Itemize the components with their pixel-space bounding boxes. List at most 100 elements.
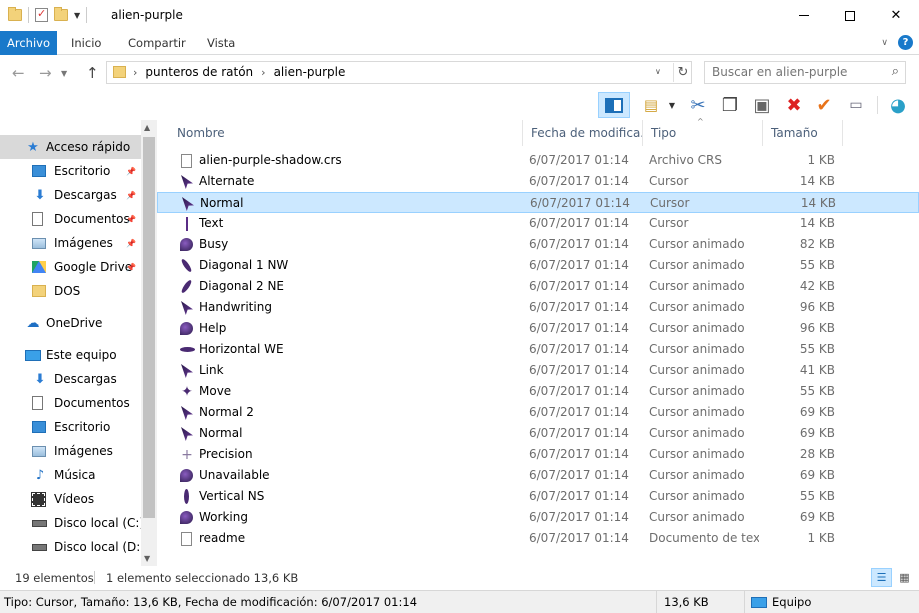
scrollbar-thumb[interactable] (143, 137, 155, 518)
file-name: readme (199, 531, 246, 545)
column-date[interactable]: Fecha de modifica... (523, 120, 643, 146)
pin-icon[interactable]: 📌 (126, 215, 136, 224)
expand-ribbon-icon[interactable]: ∨ (881, 38, 888, 48)
table-row[interactable]: readme 6/07/2017 01:14 Documento de tex...… (157, 528, 919, 549)
breadcrumb-item[interactable]: alien-purple (274, 65, 346, 79)
table-row[interactable]: Normal 6/07/2017 01:14 Cursor 14 KB (157, 192, 919, 213)
sidebar-item[interactable]: ⬇ Descargas (0, 367, 141, 391)
folder-icon (8, 7, 22, 21)
file-size: 96 KB (799, 300, 835, 314)
properties-icon[interactable] (35, 7, 48, 22)
navigation-scrollbar[interactable]: ▲ ▼ (141, 120, 157, 566)
column-size[interactable]: Tamaño (763, 120, 843, 146)
new-folder-icon[interactable] (54, 7, 68, 21)
file-type: Cursor (649, 174, 689, 188)
pin-icon[interactable]: 📌 (126, 239, 136, 248)
table-row[interactable]: Help 6/07/2017 01:14 Cursor animado 96 KB (157, 318, 919, 339)
pin-icon[interactable]: 📌 (126, 167, 136, 176)
sidebar-item[interactable]: ⬇ Descargas 📌 (0, 183, 141, 207)
breadcrumb-item[interactable]: punteros de ratón (145, 65, 253, 79)
sidebar-item[interactable]: ☁ OneDrive (0, 311, 141, 335)
breadcrumb-separator-icon[interactable]: › (133, 66, 137, 79)
preview-pane-button[interactable] (598, 92, 630, 118)
sidebar-item[interactable]: Disco local (D:) (0, 535, 145, 559)
table-row[interactable]: Handwriting 6/07/2017 01:14 Cursor animado… (157, 297, 919, 318)
file-type: Cursor animado (649, 342, 745, 356)
apply-button[interactable]: ✔ (810, 92, 838, 118)
back-arrow-icon[interactable]: ← (12, 64, 25, 82)
sidebar-item-label: Descargas (54, 372, 117, 386)
table-row[interactable]: Link 6/07/2017 01:14 Cursor animado 41 KB (157, 360, 919, 381)
sidebar-item[interactable]: Vídeos (0, 487, 141, 511)
sidebar-item[interactable]: Documentos (0, 391, 141, 415)
large-icons-view-icon[interactable]: ▦ (894, 568, 915, 587)
search-icon[interactable]: ⌕ (892, 64, 899, 79)
table-row[interactable]: Horizontal WE 6/07/2017 01:14 Cursor anima… (157, 339, 919, 360)
document-icon (32, 396, 43, 410)
file-list: alien-purple-shadow.crs 6/07/2017 01:14 Ar… (157, 150, 919, 549)
table-row[interactable]: Normal 2 6/07/2017 01:14 Cursor animado 69 … (157, 402, 919, 423)
minimize-button[interactable] (781, 0, 827, 31)
tab-inicio[interactable]: Inicio (62, 31, 110, 55)
busy-cursor-icon (179, 468, 195, 484)
sidebar-item[interactable]: Documentos 📌 (0, 207, 141, 231)
sidebar-item[interactable]: Disco local (C:) (0, 511, 144, 535)
pin-icon[interactable]: 📌 (126, 263, 136, 272)
file-date: 6/07/2017 01:14 (529, 258, 629, 272)
table-row[interactable]: Working 6/07/2017 01:14 Cursor animado 69 K… (157, 507, 919, 528)
sidebar-item[interactable]: Este equipo (0, 343, 141, 367)
details-view-icon[interactable]: ☰ (871, 568, 892, 587)
table-row[interactable]: + Precision 6/07/2017 01:14 Cursor animado 2… (157, 444, 919, 465)
sidebar-item[interactable]: DOS (0, 279, 141, 303)
selection-size: 13,6 KB (656, 591, 744, 613)
sidebar-item[interactable]: ♪ Música (0, 463, 141, 487)
sidebar-item[interactable]: ★ Acceso rápido (0, 135, 141, 159)
refresh-icon[interactable]: ↻ (673, 63, 692, 82)
copy-button[interactable]: ❐ (716, 92, 744, 118)
chevron-down-icon[interactable]: ▼ (665, 92, 679, 118)
tab-compartir[interactable]: Compartir (119, 31, 195, 55)
search-box[interactable]: ⌕ (704, 61, 906, 84)
table-row[interactable]: ✦ Move 6/07/2017 01:14 Cursor animado 55 KB (157, 381, 919, 402)
rename-button[interactable]: ▭ (842, 92, 870, 118)
table-row[interactable]: Diagonal 2 NE 6/07/2017 01:14 Cursor anima… (157, 276, 919, 297)
help-icon[interactable]: ? (898, 35, 913, 50)
table-row[interactable]: Vertical NS 6/07/2017 01:14 Cursor animado… (157, 486, 919, 507)
tab-vista[interactable]: Vista (198, 31, 244, 55)
search-input[interactable] (712, 65, 882, 79)
close-button[interactable]: ✕ (873, 0, 919, 31)
tab-archivo[interactable]: Archivo (0, 31, 57, 55)
chevron-down-icon[interactable]: ∨ (655, 67, 661, 76)
table-row[interactable]: alien-purple-shadow.crs 6/07/2017 01:14 Ar… (157, 150, 919, 171)
customize-toolbar-icon[interactable]: ▼ (74, 11, 80, 20)
maximize-button[interactable] (827, 0, 873, 31)
table-row[interactable]: Normal 6/07/2017 01:14 Cursor animado 69 KB (157, 423, 919, 444)
paste-button[interactable]: ▣ (748, 92, 776, 118)
scroll-down-icon[interactable]: ▼ (144, 554, 150, 563)
delete-button[interactable]: ✖ (780, 92, 808, 118)
table-row[interactable]: Unavailable 6/07/2017 01:14 Cursor animado… (157, 465, 919, 486)
recent-locations-icon[interactable]: ▼ (61, 69, 67, 78)
scroll-up-icon[interactable]: ▲ (144, 123, 150, 132)
sidebar-item[interactable]: Imágenes (0, 439, 141, 463)
pin-icon[interactable]: 📌 (126, 191, 136, 200)
sidebar-item[interactable]: Google Drive 📌 (0, 255, 141, 279)
column-name[interactable]: Nombre (169, 120, 523, 146)
address-bar[interactable]: › punteros de ratón › alien-purple ∨ ↻ (106, 61, 692, 84)
ribbon: Archivo Inicio Compartir Vista ∨ ? (0, 31, 919, 55)
selection-details: Tipo: Cursor, Tamaño: 13,6 KB, Fecha de … (4, 595, 418, 609)
cut-button[interactable]: ✂ (684, 92, 712, 118)
table-row[interactable]: Diagonal 1 NW 6/07/2017 01:14 Cursor anima… (157, 255, 919, 276)
sidebar-item-label: Disco local (D:) (54, 540, 146, 554)
table-row[interactable]: Busy 6/07/2017 01:14 Cursor animado 82 KB (157, 234, 919, 255)
table-row[interactable]: Text 6/07/2017 01:14 Cursor 14 KB (157, 213, 919, 234)
table-row[interactable]: Alternate 6/07/2017 01:14 Cursor 14 KB (157, 171, 919, 192)
sidebar-item[interactable]: Escritorio (0, 415, 141, 439)
sidebar-item[interactable]: Escritorio 📌 (0, 159, 141, 183)
properties-button[interactable]: ▤ (637, 92, 665, 118)
up-arrow-icon[interactable]: ↑ (86, 64, 99, 82)
forward-arrow-icon[interactable]: → (39, 64, 52, 82)
sidebar-item[interactable]: Imágenes 📌 (0, 231, 141, 255)
shell-button[interactable]: ◕ (884, 92, 912, 118)
breadcrumb-separator-icon[interactable]: › (261, 66, 265, 79)
